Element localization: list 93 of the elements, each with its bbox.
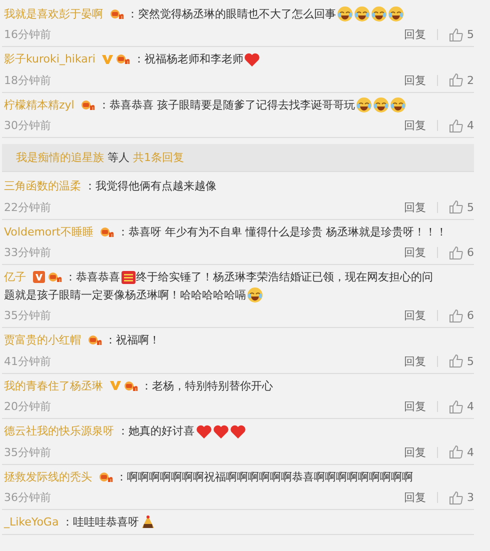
comment-time: 41分钟前 <box>4 354 51 369</box>
like-count: 6 <box>467 309 474 322</box>
user-name-link[interactable]: 三角函数的温柔 <box>4 180 81 193</box>
user-name-link[interactable]: 我就是喜欢彭于晏啊 <box>4 7 103 20</box>
thumbs-up-icon[interactable] <box>449 200 463 214</box>
gift-icon <box>121 270 136 285</box>
fan-badge-icon <box>48 271 62 284</box>
thumbs-up-icon[interactable] <box>449 400 463 414</box>
heart-icon <box>230 424 246 439</box>
thumbs-up-icon[interactable] <box>449 354 463 368</box>
reply-count-link[interactable]: 共1条回复 <box>133 151 184 164</box>
comment-time: 16分钟前 <box>4 27 51 42</box>
thumbs-up-icon[interactable] <box>449 118 463 133</box>
comment-time: 35分钟前 <box>4 308 51 324</box>
like-count: 4 <box>467 400 474 414</box>
thumbs-up-icon[interactable] <box>449 28 463 42</box>
like-count: 2 <box>467 74 474 87</box>
laughing-face-icon <box>354 6 370 22</box>
reply-link[interactable]: 回复 <box>404 490 426 506</box>
like-count: 5 <box>467 28 474 42</box>
comment-time: 18分钟前 <box>4 72 51 88</box>
laughing-face-icon <box>390 96 406 113</box>
user-name-link[interactable]: 亿子 <box>4 270 26 284</box>
heart-icon <box>196 424 212 439</box>
laughing-face-icon <box>356 96 372 113</box>
comment-text: ：哇哇哇恭喜呀 <box>62 516 140 529</box>
thumbs-up-icon[interactable] <box>449 73 463 88</box>
reply-link[interactable]: 回复 <box>404 354 426 369</box>
user-name-link[interactable]: 德云社我的快乐源泉呀 <box>4 424 114 438</box>
reply-link[interactable]: 回复 <box>404 200 426 215</box>
user-name-link[interactable]: 拯救发际线的秃头 <box>4 470 92 484</box>
fan-badge-icon <box>98 470 112 483</box>
user-name-link[interactable]: 柠檬精本精zyl <box>4 98 74 112</box>
summary-text: 等人 <box>108 151 130 164</box>
user-name-link[interactable]: 我的青春住了杨丞琳 <box>4 379 103 392</box>
comment-time: 35分钟前 <box>4 444 51 460</box>
reply-link[interactable]: 回复 <box>404 118 426 134</box>
laughing-face-icon <box>388 6 404 22</box>
fan-badge-icon <box>88 334 102 346</box>
reply-link[interactable]: 回复 <box>404 308 426 324</box>
fan-badge-icon <box>80 98 95 111</box>
fan-badge-icon <box>110 8 124 20</box>
comment-time: 33分钟前 <box>4 245 51 260</box>
thumbs-up-icon[interactable] <box>449 445 463 460</box>
comment-text: ：啊啊啊啊啊啊啊祝福啊啊啊啊啊啊恭喜啊啊啊啊啊啊啊啊啊 <box>116 470 413 484</box>
laughing-face-icon <box>337 6 353 22</box>
user-name-link[interactable]: 影子kuroki_hikari <box>4 52 96 66</box>
reply-link[interactable]: 回复 <box>404 27 426 42</box>
comment-text: ：恭喜呀 年少有为不自卑 懂得什么是珍贵 杨丞琳就是珍贵呀！！！ <box>118 225 447 238</box>
laughing-face-icon <box>371 6 387 22</box>
comment-time: 20分钟前 <box>4 399 51 414</box>
heart-icon <box>212 424 228 439</box>
fan-badge-icon <box>100 226 114 238</box>
cake-icon <box>140 514 156 530</box>
fan-badge-icon <box>124 380 138 392</box>
heart-icon <box>244 52 260 67</box>
reply-link[interactable]: 回复 <box>404 444 426 460</box>
like-count: 6 <box>467 246 474 260</box>
user-name-link[interactable]: 贾富贵的小红帽 <box>4 334 81 347</box>
like-count: 4 <box>467 446 474 459</box>
comment-text: ：恭喜恭喜 孩子眼睛要是随爹了记得去找李诞哥哥玩 <box>98 98 355 112</box>
verified-badge-icon <box>102 54 113 65</box>
comment-text: ：恭喜恭喜 <box>65 270 120 284</box>
laughing-face-icon <box>372 96 389 113</box>
comment-time: 22分钟前 <box>4 200 51 215</box>
thumbs-up-icon[interactable] <box>449 246 463 260</box>
comment-text: 题就是孩子眼睛一定要像杨丞琳啊！哈哈哈哈哈嗝 <box>4 288 246 302</box>
like-count: 5 <box>467 354 474 368</box>
comment-text: ：突然觉得杨丞琳的眼睛也不大了怎么回事 <box>127 7 336 20</box>
user-name-link[interactable]: _LikeYoGa <box>4 516 59 529</box>
laughing-face-icon <box>247 286 263 303</box>
comment-text: ：我觉得他俩有点越来越像 <box>84 180 216 193</box>
vip-badge-icon <box>32 271 44 284</box>
comment-time: 36分钟前 <box>4 490 51 506</box>
reply-summary-bar[interactable]: 我是痴情的追星族 等人 共1条回复 <box>2 144 474 172</box>
comment-text: ：祝福啊！ <box>105 334 160 347</box>
user-name-link[interactable]: 我是痴情的追星族 <box>16 151 104 164</box>
thumbs-up-icon[interactable] <box>449 308 463 323</box>
user-name-link[interactable]: Voldemort不睡睡 <box>4 225 94 238</box>
comment-text: ：老杨，特别特别替你开心 <box>141 379 273 392</box>
reply-link[interactable]: 回复 <box>404 72 426 88</box>
comment-text: ：她真的好讨喜 <box>118 424 194 438</box>
comment-text: 终于给实锤了！杨丞琳李荣浩结婚证已领，现在网友担心的问 <box>136 270 433 284</box>
like-count: 5 <box>467 200 474 214</box>
reply-link[interactable]: 回复 <box>404 399 426 414</box>
like-count: 3 <box>467 491 474 504</box>
like-count: 4 <box>467 119 474 132</box>
comment-text: ：祝福杨老师和李老师 <box>133 52 244 66</box>
thumbs-up-icon[interactable] <box>449 490 463 505</box>
comment-time: 30分钟前 <box>4 118 51 134</box>
fan-badge-icon <box>116 53 130 66</box>
reply-link[interactable]: 回复 <box>404 245 426 260</box>
verified-badge-icon <box>110 380 120 392</box>
